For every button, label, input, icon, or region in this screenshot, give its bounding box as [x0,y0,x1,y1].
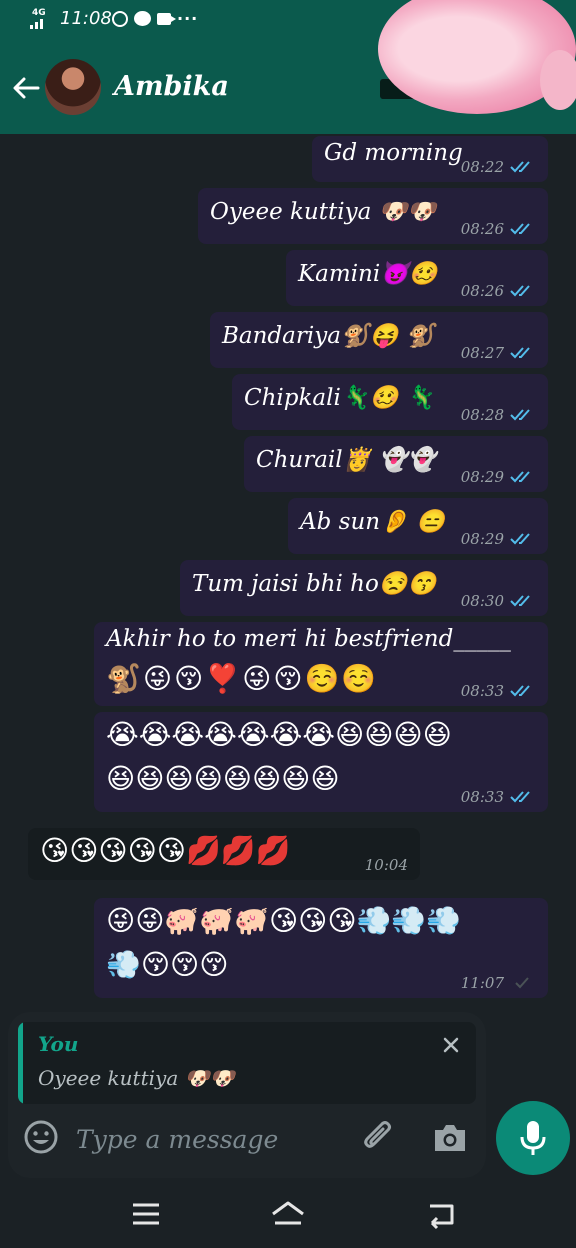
sticker-decoration-part [540,50,576,110]
message-text: Chipkali🦎🥴 🦎 [244,385,435,411]
double-check-icon [510,161,530,173]
single-check-icon [515,977,529,989]
message-time: 08:27 [460,344,504,362]
video-icon [157,12,176,25]
menu-icon[interactable] [128,1198,164,1230]
reply-author: You [38,1032,79,1056]
message-bubble[interactable]: Tum jaisi bhi ho😒😙 08:30 [180,560,548,616]
message-text: Kamini😈🥴 [298,261,438,287]
double-check-icon [510,533,530,545]
camera-icon[interactable] [432,1120,468,1156]
message-bubble[interactable]: Chipkali🦎🥴 🦎 08:28 [232,374,548,430]
message-bubble[interactable]: 😭😭😭😭😭😭😭😆😆😆😆 😆😆😆😆😆😆😆😆 08:33 [94,712,548,812]
message-bubble-incoming[interactable]: 😘😘😘😘😘💋💋💋 10:04 [28,828,420,880]
double-check-icon [510,791,530,803]
double-check-icon [510,409,530,421]
message-text: Bandariya🐒😝 🐒 [222,323,435,349]
message-bubble[interactable]: Churail👸 👻👻 08:29 [244,436,548,492]
system-nav-bar [0,1182,576,1248]
message-emoji-line: 💨😚😚😚 [106,948,229,981]
message-emoji-line: 🐒😜😚❣️😜😚☺️☺️ [106,662,379,695]
message-bubble[interactable]: Kamini😈🥴 08:26 [286,250,548,306]
message-text: Churail👸 👻👻 [256,447,436,473]
message-text: Akhir ho to meri hi bestfriend_____ [106,626,511,652]
mic-icon [520,1121,546,1155]
message-bubble[interactable]: 😜😜🐖🐖🐖😘😘😘💨💨💨 💨😚😚😚 11:07 [94,898,548,998]
reply-preview[interactable]: You Oyeee kuttiya 🐶🐶 [18,1022,476,1104]
network-type: 4G [32,8,46,18]
home-icon[interactable] [270,1198,306,1230]
message-emoji-line: 😘😘😘😘😘💋💋💋 [40,834,291,867]
double-check-icon [510,285,530,297]
back-icon[interactable] [422,1198,458,1230]
message-time: 11:07 [460,974,504,992]
whatsapp-icon [112,10,128,27]
message-bubble[interactable]: Akhir ho to meri hi bestfriend_____ 🐒😜😚❣… [94,622,548,706]
double-check-icon [510,223,530,235]
message-time: 08:26 [460,220,504,238]
more-notifications-icon: ··· [177,9,199,28]
reply-accent-bar [18,1022,23,1104]
composer: You Oyeee kuttiya 🐶🐶 [8,1012,486,1178]
message-emoji-line: 😜😜🐖🐖🐖😘😘😘💨💨💨 [106,904,462,937]
back-arrow-icon[interactable] [10,72,42,104]
message-bubble[interactable]: Gd morning 08:22 [312,136,548,182]
double-check-icon [510,595,530,607]
contact-name[interactable]: Ambika [114,71,229,102]
message-time: 08:33 [460,682,504,700]
message-time: 10:04 [364,856,408,874]
signal-icon: 4G [30,8,52,30]
avatar[interactable] [45,59,101,115]
message-time: 08:29 [460,530,504,548]
message-time: 08:26 [460,282,504,300]
message-time: 08:29 [460,468,504,486]
emoji-icon[interactable] [22,1118,60,1156]
double-check-icon [510,471,530,483]
status-time: 11:08 [60,8,112,29]
message-time: 08:22 [460,158,504,176]
message-text: Ab sun👂 😑 [300,509,445,535]
message-input[interactable] [74,1118,338,1160]
message-text: Oyeee kuttiya 🐶🐶 [210,199,436,225]
mic-button[interactable] [496,1101,570,1175]
double-check-icon [510,347,530,359]
message-icon [134,11,151,26]
double-check-icon [510,685,530,697]
attach-icon[interactable] [360,1118,398,1156]
close-icon[interactable] [440,1034,462,1056]
message-text: Gd morning [324,140,463,166]
message-emoji-line: 😆😆😆😆😆😆😆😆 [106,762,340,795]
reply-text: Oyeee kuttiya 🐶🐶 [38,1066,235,1090]
message-text: Tum jaisi bhi ho😒😙 [192,571,437,597]
message-list: Gd morning 08:22 Oyeee kuttiya 🐶🐶 08:26 … [0,134,576,998]
message-bubble[interactable]: Bandariya🐒😝 🐒 08:27 [210,312,548,368]
message-bubble[interactable]: Ab sun👂 😑 08:29 [288,498,548,554]
message-bubble[interactable]: Oyeee kuttiya 🐶🐶 08:26 [198,188,548,244]
message-time: 08:33 [460,788,504,806]
message-time: 08:30 [460,592,504,610]
message-time: 08:28 [460,406,504,424]
message-emoji-line: 😭😭😭😭😭😭😭😆😆😆😆 [106,718,452,751]
